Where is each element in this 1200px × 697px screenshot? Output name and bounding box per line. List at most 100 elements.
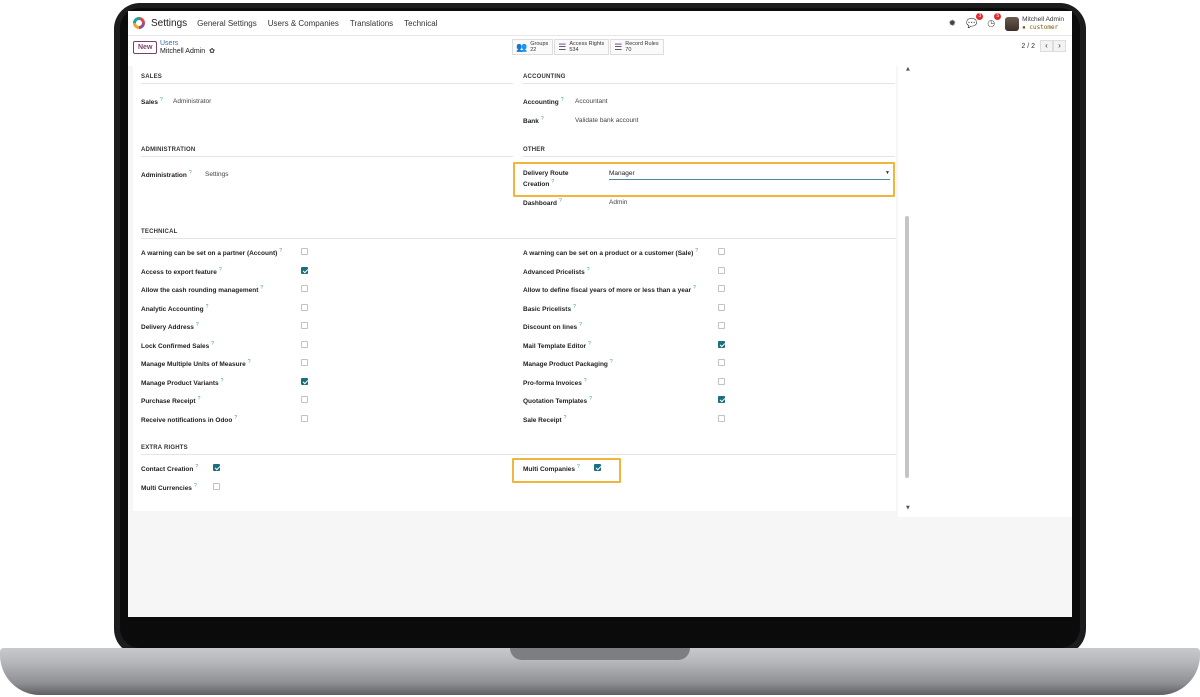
screen: Settings General Settings Users & Compan… [128, 11, 1072, 617]
help-icon: ? [247, 359, 251, 365]
checkbox-label: Pro-forma Invoices? [523, 377, 587, 387]
checkbox[interactable] [301, 303, 308, 311]
list-icon: ☰ [558, 42, 567, 52]
bank-value[interactable]: Validate bank account [575, 117, 638, 124]
help-icon: ? [205, 303, 209, 310]
checkbox[interactable] [301, 414, 308, 422]
laptop-notch [510, 648, 690, 660]
checkbox[interactable] [301, 396, 308, 403]
checkbox[interactable] [718, 359, 725, 366]
menu-translations[interactable]: Translations [350, 19, 393, 28]
menu-users-companies[interactable]: Users & Companies [268, 19, 339, 28]
divider [141, 238, 896, 239]
checkbox-label: Sale Receipt? [523, 414, 567, 424]
checkbox[interactable] [301, 266, 308, 274]
checkbox-label: Manage Product Packaging? [523, 359, 613, 369]
checkbox-label: Delivery Address? [141, 322, 199, 332]
pager-value[interactable]: 2 / 2 [1021, 43, 1035, 50]
access-rights-smart-button[interactable]: ☰ Access Rights 534 [554, 39, 610, 55]
highlight-box [512, 458, 621, 483]
checkbox-label: Multi Currencies? [141, 482, 197, 492]
checkbox-label: A warning can be set on a partner (Accou… [141, 248, 283, 258]
debug-bug-icon[interactable]: ✹ [948, 18, 956, 29]
help-icon: ? [188, 170, 192, 176]
checkbox[interactable] [718, 396, 725, 403]
pager: 2 / 2 ‹ › [1021, 40, 1066, 52]
sales-value[interactable]: Administrator [173, 98, 211, 105]
pager-next-button[interactable]: › [1053, 40, 1066, 52]
help-icon: ? [197, 396, 201, 402]
checkbox[interactable] [718, 248, 725, 255]
dashboard-value[interactable]: Admin [609, 199, 627, 206]
user-menu[interactable]: Mitchell Admin ▪ customer [1022, 16, 1064, 31]
checkbox[interactable] [718, 414, 725, 422]
record-rules-smart-button[interactable]: ☰ Record Rules 70 [610, 39, 664, 55]
help-icon: ? [586, 266, 590, 273]
gear-icon[interactable]: ✿ [209, 48, 215, 55]
help-icon: ? [279, 248, 283, 254]
activity-clock-icon[interactable]: ◷ 5 [987, 13, 1002, 29]
checkbox[interactable] [718, 340, 725, 348]
help-icon: ? [234, 414, 238, 421]
checkbox-label: Purchase Receipt? [141, 396, 201, 406]
top-navbar: Settings General Settings Users & Compan… [128, 11, 1072, 36]
divider [523, 156, 895, 157]
form-sheet: SALES Sales? Administrator ACCOUNTING Ac… [133, 66, 896, 511]
user-name: Mitchell Admin [1022, 16, 1064, 23]
checkbox[interactable] [213, 464, 220, 471]
help-icon: ? [583, 377, 587, 384]
scrollbar[interactable] [905, 216, 909, 478]
checkbox[interactable] [718, 322, 725, 329]
help-icon: ? [609, 359, 613, 365]
accounting-value[interactable]: Accountant [575, 98, 608, 105]
help-icon: ? [692, 285, 696, 291]
divider [523, 83, 895, 84]
checkbox[interactable] [301, 322, 308, 329]
checkbox[interactable] [301, 285, 308, 292]
groups-smart-button[interactable]: 👥 Groups 22 [512, 39, 554, 55]
checkbox[interactable] [301, 248, 308, 255]
chat-icon[interactable]: 💬 3 [966, 13, 984, 29]
help-icon: ? [193, 482, 197, 489]
new-button[interactable]: New [133, 41, 158, 54]
section-sales-title: SALES [141, 74, 163, 80]
list-icon: ☰ [614, 42, 623, 52]
checkbox[interactable] [301, 340, 308, 348]
checkbox[interactable] [301, 359, 308, 366]
help-icon: ? [220, 377, 224, 384]
checkbox-label: A warning can be set on a product or a c… [523, 248, 699, 258]
section-technical-title: TECHNICAL [141, 229, 178, 235]
navbar-systray: ✹ 💬 3 ◷ 5 Mitchell Admin ▪ customer [948, 11, 1064, 36]
menu-general-settings[interactable]: General Settings [197, 19, 257, 28]
checkbox-label: Discount on lines? [523, 322, 582, 332]
bank-label: Bank? [523, 116, 544, 126]
avatar[interactable] [1005, 16, 1020, 31]
database-name: ▪ customer [1022, 23, 1059, 31]
administration-label: Administration? [141, 170, 192, 180]
checkbox-label: Access to export feature? [141, 266, 222, 276]
section-administration-title: ADMINISTRATION [141, 147, 196, 153]
help-icon: ? [589, 396, 592, 402]
scroll-down-icon[interactable]: ▼ [906, 505, 910, 511]
scroll-up-icon[interactable]: ▲ [906, 66, 910, 72]
help-icon: ? [218, 266, 222, 273]
breadcrumb: Users Mitchell Admin ✿ [160, 40, 215, 56]
checkbox[interactable] [718, 303, 725, 311]
administration-value[interactable]: Settings [205, 171, 229, 178]
checkbox-label: Contact Creation? [141, 464, 199, 474]
app-title[interactable]: Settings [151, 18, 187, 29]
accounting-label: Accounting? [523, 97, 564, 107]
app-logo-icon[interactable] [133, 17, 145, 29]
divider [141, 83, 513, 84]
checkbox[interactable] [718, 377, 725, 385]
checkbox[interactable] [213, 482, 220, 490]
database-icon: ▪ [1022, 23, 1026, 31]
help-icon: ? [160, 97, 163, 103]
pager-previous-button[interactable]: ‹ [1040, 40, 1053, 52]
breadcrumb-users[interactable]: Users [160, 40, 215, 48]
help-icon: ? [563, 414, 567, 421]
menu-technical[interactable]: Technical [404, 19, 437, 28]
checkbox[interactable] [718, 285, 725, 292]
checkbox[interactable] [718, 266, 725, 274]
checkbox[interactable] [301, 377, 308, 385]
